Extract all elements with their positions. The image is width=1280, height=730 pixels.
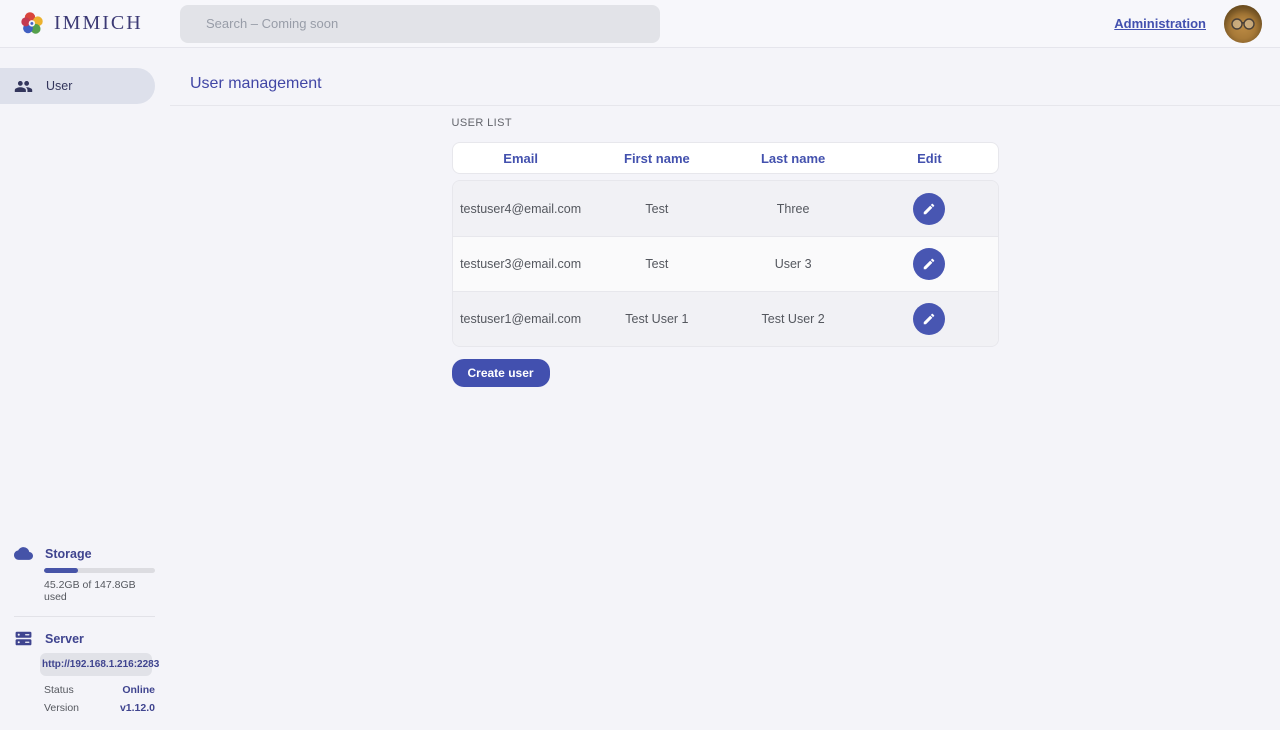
table-header-row: Email First name Last name Edit	[452, 142, 999, 174]
cell-first-name: Test User 1	[589, 312, 725, 326]
cell-email: testuser1@email.com	[453, 312, 589, 326]
administration-link[interactable]: Administration	[1114, 16, 1206, 31]
status-value: Online	[122, 684, 155, 696]
server-icon	[14, 629, 33, 648]
pencil-icon	[922, 257, 936, 271]
cell-email: testuser4@email.com	[453, 202, 589, 216]
create-user-button[interactable]: Create user	[452, 359, 550, 387]
column-header-last-name: Last name	[725, 151, 861, 166]
column-header-first-name: First name	[589, 151, 725, 166]
edit-user-button[interactable]	[913, 303, 945, 335]
cell-first-name: Test	[589, 202, 725, 216]
server-status-row: Status Online	[44, 684, 155, 696]
avatar[interactable]	[1224, 5, 1262, 43]
cell-last-name: User 3	[725, 257, 861, 271]
version-label: Version	[44, 702, 79, 714]
server-version-row: Version v1.12.0	[44, 702, 155, 714]
storage-title: Storage	[45, 547, 92, 561]
server-panel-head: Server	[14, 629, 155, 648]
cell-first-name: Test	[589, 257, 725, 271]
pencil-icon	[922, 202, 936, 216]
content-area: USER LIST Email First name Last name Edi…	[170, 106, 1280, 387]
search-input[interactable]	[180, 5, 660, 43]
sidebar-item-user-label: User	[46, 79, 72, 93]
sidebar-divider	[14, 616, 155, 617]
main-content: User management USER LIST Email First na…	[170, 48, 1280, 730]
table-row: testuser1@email.com Test User 1 Test Use…	[453, 291, 998, 346]
main-header: User management	[170, 48, 1280, 106]
table-row: testuser4@email.com Test Three	[453, 181, 998, 236]
edit-user-button[interactable]	[913, 248, 945, 280]
cloud-icon	[14, 544, 33, 563]
storage-panel-head: Storage	[14, 544, 155, 563]
page-title: User management	[190, 75, 322, 93]
pencil-icon	[922, 312, 936, 326]
users-icon	[14, 77, 33, 96]
sidebar: User Storage 45.2GB of 147.8GB used	[0, 48, 170, 730]
immich-flower-icon	[20, 11, 45, 36]
server-url-badge[interactable]: http://192.168.1.216:2283	[40, 653, 152, 676]
sidebar-bottom: Storage 45.2GB of 147.8GB used	[0, 544, 170, 730]
storage-usage-text: 45.2GB of 147.8GB used	[44, 579, 155, 603]
table-row: testuser3@email.com Test User 3	[453, 236, 998, 291]
column-header-email: Email	[453, 151, 589, 166]
glasses-icon	[1230, 17, 1256, 31]
edit-user-button[interactable]	[913, 193, 945, 225]
sidebar-item-user[interactable]: User	[0, 68, 155, 104]
brand-wordmark: IMMICH	[54, 12, 143, 35]
storage-progress-fill	[44, 568, 78, 573]
top-bar: IMMICH Administration	[0, 0, 1280, 48]
column-header-edit: Edit	[861, 151, 997, 166]
cell-email: testuser3@email.com	[453, 257, 589, 271]
user-list-label: USER LIST	[452, 117, 999, 129]
cell-last-name: Three	[725, 202, 861, 216]
storage-progress-bar	[44, 568, 155, 573]
brand[interactable]: IMMICH	[20, 11, 180, 36]
version-value: v1.12.0	[120, 702, 155, 714]
user-table: testuser4@email.com Test Three te	[452, 180, 999, 347]
cell-last-name: Test User 2	[725, 312, 861, 326]
status-label: Status	[44, 684, 74, 696]
server-title: Server	[45, 632, 84, 646]
